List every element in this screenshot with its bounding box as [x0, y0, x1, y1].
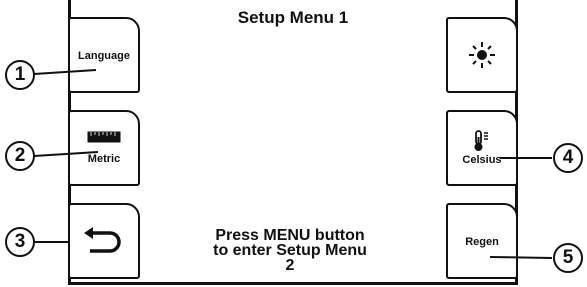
message-line-1: Press MENU button [215, 227, 365, 244]
celsius-button[interactable]: Celsius [446, 110, 518, 186]
callout-3: 3 [5, 227, 35, 257]
celsius-label: Celsius [462, 154, 502, 166]
message-line-3: 2 [285, 257, 295, 274]
instruction-message: Press MENU button to enter Setup Menu 2 [190, 227, 390, 274]
regen-label: Regen [465, 236, 499, 248]
message-line-2: to enter Setup Menu [213, 242, 367, 259]
language-button[interactable]: Language [68, 17, 140, 93]
ruler-icon [87, 131, 121, 143]
thermometer-icon [474, 130, 488, 151]
regen-button[interactable]: Regen [446, 203, 518, 279]
callout-1: 1 [5, 60, 35, 90]
language-label: Language [78, 50, 130, 62]
back-button[interactable] [68, 203, 140, 279]
metric-button[interactable]: Metric [68, 110, 140, 186]
callout-5: 5 [553, 243, 583, 273]
callout-2: 2 [5, 141, 35, 171]
return-arrow-icon [84, 227, 121, 253]
metric-label: Metric [87, 153, 121, 165]
callout-4: 4 [553, 143, 583, 173]
sun-icon [469, 42, 495, 68]
brightness-button[interactable] [446, 17, 518, 93]
